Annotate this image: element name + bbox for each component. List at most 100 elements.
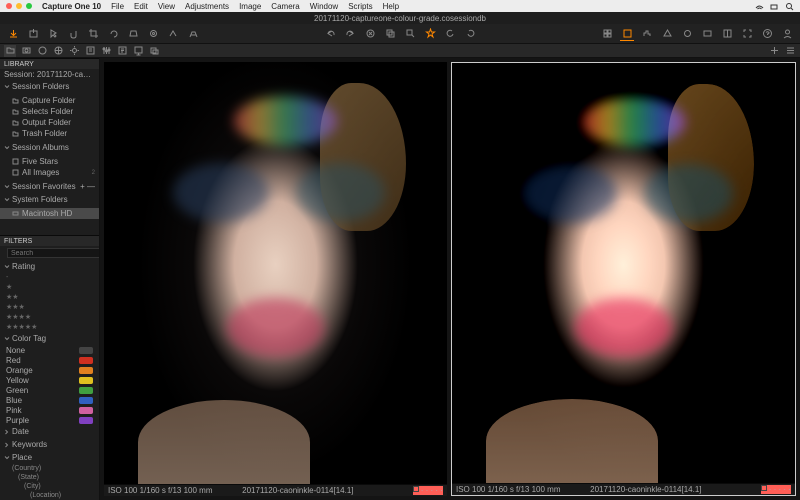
details-tab[interactable] — [84, 45, 96, 57]
image-pane-right[interactable]: ISO 100 1/160 s f/13 100 mm 20171120-cao… — [451, 62, 796, 496]
rating-dots[interactable]: · · · · · — [769, 485, 791, 494]
library-tab[interactable] — [4, 45, 16, 57]
macintosh-hd-item[interactable]: Macintosh HD — [0, 208, 99, 219]
place-state[interactable]: (State) — [8, 473, 99, 482]
histogram-button[interactable] — [640, 27, 654, 41]
rating-5[interactable]: ★★★★★ — [0, 322, 99, 332]
capture-tab[interactable] — [20, 45, 32, 57]
close-icon[interactable] — [6, 3, 12, 9]
place-filter-header[interactable]: Place — [0, 451, 99, 464]
viewer-button[interactable] — [620, 27, 634, 41]
search-icon[interactable] — [785, 2, 794, 11]
color-tag-icon[interactable] — [761, 485, 767, 491]
exposure-tab[interactable] — [68, 45, 80, 57]
color-tag-icon[interactable] — [413, 486, 419, 492]
color-tab[interactable] — [52, 45, 64, 57]
menu-adjustments[interactable]: Adjustments — [185, 2, 229, 11]
output-folder[interactable]: Output Folder — [0, 117, 99, 128]
color-purple[interactable]: Purple — [0, 415, 99, 425]
menu-icon[interactable] — [784, 45, 796, 57]
spot-tool[interactable] — [146, 27, 160, 41]
window-controls[interactable] — [6, 3, 32, 9]
maximize-icon[interactable] — [26, 3, 32, 9]
all-images-album[interactable]: All Images2 — [0, 167, 99, 178]
place-city[interactable]: (City) — [8, 482, 99, 491]
redo-button[interactable] — [343, 27, 357, 41]
minimize-icon[interactable] — [16, 3, 22, 9]
export-button[interactable] — [26, 27, 40, 41]
color-orange[interactable]: Orange — [0, 365, 99, 375]
rating-3[interactable]: ★★★ — [0, 302, 99, 312]
menu-scripts[interactable]: Scripts — [348, 2, 372, 11]
menu-help[interactable]: Help — [383, 2, 399, 11]
app-name[interactable]: Capture One 10 — [42, 2, 101, 11]
image-info-bar: ISO 100 1/160 s f/13 100 mm 20171120-cao… — [104, 484, 447, 496]
system-folders-header[interactable]: System Folders — [0, 193, 99, 206]
five-stars-album[interactable]: Five Stars — [0, 156, 99, 167]
rating-none[interactable]: - — [0, 273, 99, 282]
metadata-tab[interactable] — [116, 45, 128, 57]
grid-view-button[interactable] — [600, 27, 614, 41]
session-albums-header[interactable]: Session Albums — [0, 141, 99, 154]
keystone-tool[interactable] — [126, 27, 140, 41]
capture-folder[interactable]: Capture Folder — [0, 95, 99, 106]
copy-adjustments-button[interactable] — [383, 27, 397, 41]
session-favorites-header[interactable]: Session Favorites + — — [0, 180, 99, 193]
menu-image[interactable]: Image — [239, 2, 261, 11]
filters-panel-header[interactable]: FILTERS — [0, 235, 99, 246]
lens-tab[interactable] — [36, 45, 48, 57]
rating-dots[interactable]: · · · · · — [421, 486, 443, 495]
rating-4[interactable]: ★★★★ — [0, 312, 99, 322]
rating-1[interactable]: ★ — [0, 282, 99, 292]
session-row[interactable]: Session: 20171120-captureone-colour-gra.… — [0, 69, 99, 80]
place-location[interactable]: (Location) — [8, 491, 99, 500]
date-filter-header[interactable]: Date — [0, 425, 99, 438]
proof-button[interactable] — [700, 27, 714, 41]
import-button[interactable] — [6, 27, 20, 41]
selects-folder[interactable]: Selects Folder — [0, 106, 99, 117]
session-folders-header[interactable]: Session Folders — [0, 80, 99, 93]
hand-tool[interactable] — [66, 27, 80, 41]
focus-mask-button[interactable] — [680, 27, 694, 41]
before-after-button[interactable] — [720, 27, 734, 41]
library-panel-header[interactable]: LIBRARY — [0, 58, 99, 69]
user-button[interactable] — [780, 27, 794, 41]
mask-tool[interactable] — [166, 27, 180, 41]
rating-2[interactable]: ★★ — [0, 292, 99, 302]
undo-button[interactable] — [323, 27, 337, 41]
color-none[interactable]: None — [0, 345, 99, 355]
crop-tool[interactable] — [86, 27, 100, 41]
color-green[interactable]: Green — [0, 385, 99, 395]
keywords-filter-header[interactable]: Keywords — [0, 438, 99, 451]
apply-adjustments-button[interactable] — [403, 27, 417, 41]
annotate-tool[interactable] — [186, 27, 200, 41]
image-pane-left[interactable]: ISO 100 1/160 s f/13 100 mm 20171120-cao… — [104, 62, 447, 496]
menu-edit[interactable]: Edit — [134, 2, 148, 11]
fullscreen-button[interactable] — [740, 27, 754, 41]
output-tab[interactable] — [132, 45, 144, 57]
reset-button[interactable] — [363, 27, 377, 41]
adjustments-tab[interactable] — [100, 45, 112, 57]
color-red[interactable]: Red — [0, 355, 99, 365]
search-input[interactable] — [7, 248, 100, 258]
rating-filter-header[interactable]: Rating — [0, 260, 99, 273]
color-yellow[interactable]: Yellow — [0, 375, 99, 385]
auto-adjust-button[interactable] — [423, 27, 437, 41]
menu-file[interactable]: File — [111, 2, 124, 11]
trash-folder[interactable]: Trash Folder — [0, 128, 99, 139]
add-tab-button[interactable] — [768, 45, 780, 57]
color-blue[interactable]: Blue — [0, 395, 99, 405]
menu-window[interactable]: Window — [310, 2, 338, 11]
menu-camera[interactable]: Camera — [271, 2, 299, 11]
menu-view[interactable]: View — [158, 2, 175, 11]
place-country[interactable]: (Country) — [8, 464, 99, 473]
exposure-warning-button[interactable] — [660, 27, 674, 41]
cursor-tool[interactable] — [46, 27, 60, 41]
rotate-right-button[interactable] — [463, 27, 477, 41]
rotate-left-button[interactable] — [443, 27, 457, 41]
help-button[interactable] — [760, 27, 774, 41]
color-pink[interactable]: Pink — [0, 405, 99, 415]
color-filter-header[interactable]: Color Tag — [0, 332, 99, 345]
rotate-tool[interactable] — [106, 27, 120, 41]
batch-tab[interactable] — [148, 45, 160, 57]
